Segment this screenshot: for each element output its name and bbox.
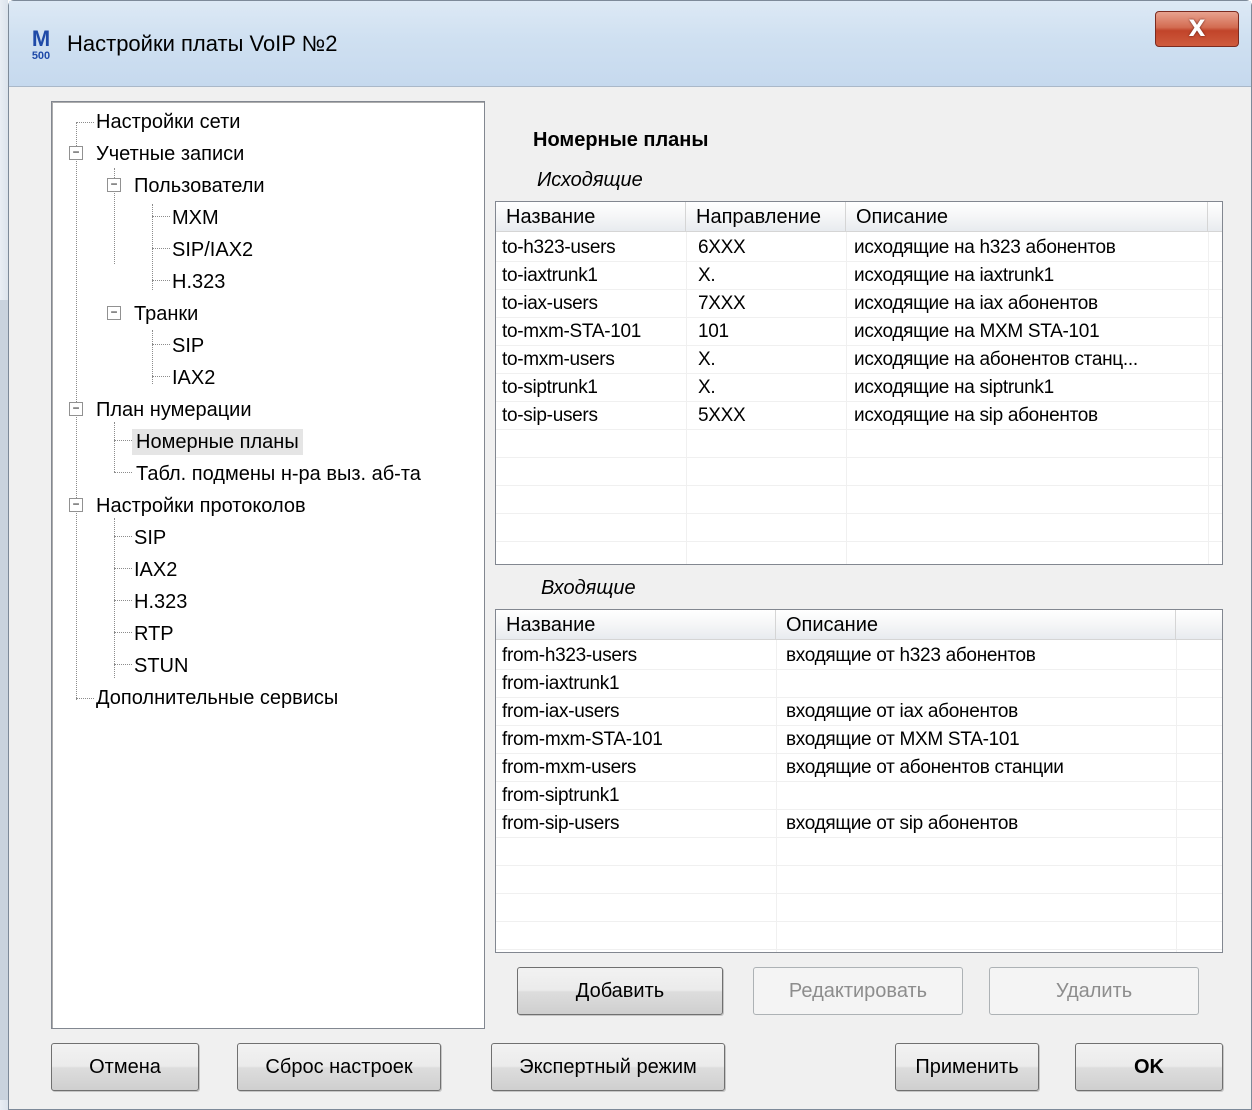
ok-button[interactable]: OK: [1075, 1043, 1223, 1091]
table-row[interactable]: to-mxm-users X. исходящие на абонентов с…: [496, 346, 1222, 374]
column-header-description[interactable]: Описание: [846, 202, 1208, 232]
tree-item-users[interactable]: Пользователи: [134, 172, 265, 200]
table-row[interactable]: from-sip-users входящие от sip абонентов: [496, 810, 1222, 838]
delete-button[interactable]: Удалить: [989, 967, 1199, 1015]
tree-item-protocol-h323[interactable]: H.323: [134, 588, 187, 616]
collapse-icon[interactable]: −: [69, 146, 83, 160]
table-row[interactable]: to-h323-users 6XXX исходящие на h323 або…: [496, 234, 1222, 262]
tree-item-protocol-rtp[interactable]: RTP: [134, 620, 174, 648]
table-row[interactable]: from-mxm-STA-101 входящие от MXM STA-101: [496, 726, 1222, 754]
incoming-plans-list[interactable]: Название Описание from-h323-users входящ…: [495, 609, 1223, 953]
tree-item-protocol-stun[interactable]: STUN: [134, 652, 188, 680]
collapse-icon[interactable]: −: [69, 402, 83, 416]
incoming-label: Входящие: [541, 577, 636, 599]
tree-item-users-mxm[interactable]: MXM: [172, 204, 219, 232]
table-row[interactable]: to-siptrunk1 X. исходящие на siptrunk1: [496, 374, 1222, 402]
edit-button[interactable]: Редактировать: [753, 967, 963, 1015]
tree-item-protocol-iax2[interactable]: IAX2: [134, 556, 177, 584]
expert-mode-button[interactable]: Экспертный режим: [491, 1043, 725, 1091]
reset-settings-button[interactable]: Сброс настроек: [237, 1043, 441, 1091]
window-title: Настройки платы VoIP №2: [67, 31, 338, 56]
tree-item-additional-services[interactable]: Дополнительные сервисы: [96, 684, 338, 712]
settings-tree[interactable]: − − − − − Настройки сети Учетные записи …: [51, 101, 485, 1029]
page-title: Номерные планы: [533, 129, 709, 151]
outgoing-list-header: Название Направление Описание: [496, 202, 1222, 232]
incoming-list-header: Название Описание: [496, 610, 1222, 640]
title-bar: M 500 Настройки платы VoIP №2 X: [9, 1, 1251, 87]
tree-item-trunks-iax2[interactable]: IAX2: [172, 364, 215, 392]
background-window-edge: [0, 0, 8, 1110]
table-row[interactable]: to-iaxtrunk1 X. исходящие на iaxtrunk1: [496, 262, 1222, 290]
table-row[interactable]: from-h323-users входящие от h323 абонент…: [496, 642, 1222, 670]
table-row[interactable]: from-iax-users входящие от iax абонентов: [496, 698, 1222, 726]
tree-item-trunks-sip[interactable]: SIP: [172, 332, 204, 360]
settings-dialog: M 500 Настройки платы VoIP №2 X − − − − …: [8, 0, 1252, 1110]
close-button[interactable]: X: [1155, 11, 1239, 47]
tree-item-protocol-sip[interactable]: SIP: [134, 524, 166, 552]
tree-item-number-plans[interactable]: Номерные планы: [132, 428, 303, 456]
dialog-client-area: − − − − − Настройки сети Учетные записи …: [9, 87, 1251, 1109]
tree-item-protocol-settings[interactable]: Настройки протоколов: [96, 492, 306, 520]
tree-item-caller-substitution-table[interactable]: Табл. подмены н-ра выз. аб-та: [136, 460, 421, 488]
app-logo-icon: M 500: [31, 26, 51, 63]
table-row[interactable]: to-sip-users 5XXX исходящие на sip абоне…: [496, 402, 1222, 430]
tree-item-trunks[interactable]: Транки: [134, 300, 198, 328]
cancel-button[interactable]: Отмена: [51, 1043, 199, 1091]
tree-item-users-h323[interactable]: H.323: [172, 268, 225, 296]
tree-item-numbering-plan[interactable]: План нумерации: [96, 396, 252, 424]
column-header-name[interactable]: Название: [496, 202, 686, 232]
tree-item-users-sip-iax2[interactable]: SIP/IAX2: [172, 236, 253, 264]
table-row[interactable]: from-siptrunk1: [496, 782, 1222, 810]
outgoing-label: Исходящие: [537, 169, 643, 191]
table-row[interactable]: to-iax-users 7XXX исходящие на iax абоне…: [496, 290, 1222, 318]
collapse-icon[interactable]: −: [107, 306, 121, 320]
table-row[interactable]: to-mxm-STA-101 101 исходящие на MXM STA-…: [496, 318, 1222, 346]
tree-item-network-settings[interactable]: Настройки сети: [96, 108, 240, 136]
table-row[interactable]: from-iaxtrunk1: [496, 670, 1222, 698]
apply-button[interactable]: Применить: [895, 1043, 1039, 1091]
column-header-name[interactable]: Название: [496, 610, 776, 640]
column-header-description[interactable]: Описание: [776, 610, 1176, 640]
column-header-direction[interactable]: Направление: [686, 202, 846, 232]
tree-item-accounts[interactable]: Учетные записи: [96, 140, 244, 168]
outgoing-plans-list[interactable]: Название Направление Описание to-h323-us…: [495, 201, 1223, 565]
table-row[interactable]: from-mxm-users входящие от абонентов ста…: [496, 754, 1222, 782]
add-button[interactable]: Добавить: [517, 967, 723, 1015]
collapse-icon[interactable]: −: [69, 498, 83, 512]
collapse-icon[interactable]: −: [107, 178, 121, 192]
